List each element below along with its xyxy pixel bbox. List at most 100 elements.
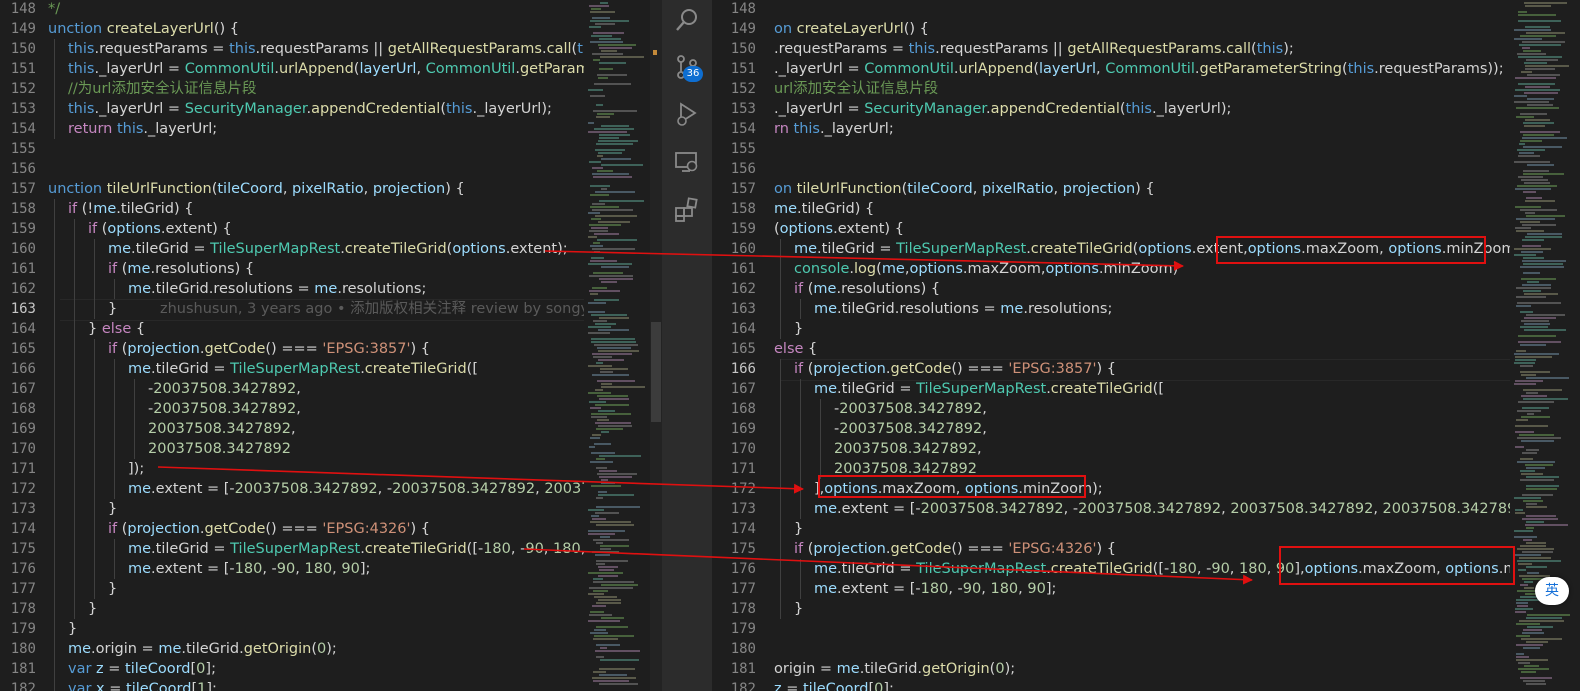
right-code-line[interactable]: 20037508.3427892, <box>834 439 982 459</box>
left-code-line[interactable]: if (projection.getCode() === 'EPSG:4326'… <box>108 519 430 539</box>
right-code-line[interactable]: me.extent = [-20037508.3427892, -2003750… <box>814 499 1510 519</box>
minimap-row <box>1522 494 1553 496</box>
right-code-line[interactable]: ._layerUrl = CommonUtil.urlAppend(layerU… <box>774 59 1504 79</box>
left-code-line[interactable]: } <box>88 599 97 619</box>
minimap-row <box>1518 662 1530 664</box>
minimap-row <box>590 194 609 196</box>
minimap-row <box>601 617 624 619</box>
left-code-line[interactable]: if (projection.getCode() === 'EPSG:3857'… <box>108 339 430 359</box>
left-code-line[interactable]: me.tileGrid = TileSuperMapRest.createTil… <box>128 539 584 559</box>
right-code-line[interactable]: on createLayerUrl() { <box>774 19 929 39</box>
extensions-icon[interactable] <box>673 196 701 224</box>
remote-explorer-icon[interactable] <box>673 148 701 176</box>
right-code-line[interactable]: } <box>794 519 803 539</box>
left-scrollbar-thumb[interactable] <box>651 322 661 422</box>
left-code-line[interactable]: } <box>108 299 117 319</box>
right-code-line[interactable]: if (projection.getCode() === 'EPSG:3857'… <box>794 359 1116 379</box>
left-minimap[interactable] <box>584 0 650 691</box>
search-icon[interactable] <box>673 6 701 34</box>
minimap-row <box>594 596 617 598</box>
left-code-line[interactable]: me.extent = [-180, -90, 180, 90]; <box>128 559 370 579</box>
left-code-line[interactable]: me.extent = [-20037508.3427892, -2003750… <box>128 479 584 499</box>
minimap-row <box>588 311 605 313</box>
left-code-line[interactable]: this._layerUrl = SecurityManager.appendC… <box>68 99 552 119</box>
minimap-row <box>1518 341 1561 343</box>
left-indent-guide <box>74 239 75 259</box>
left-code-line[interactable]: if (options.extent) { <box>88 219 232 239</box>
minimap-row <box>1523 134 1554 136</box>
minimap-row <box>599 683 638 685</box>
left-code-line[interactable]: unction tileUrlFunction(tileCoord, pixel… <box>48 179 465 199</box>
left-code-line[interactable]: -20037508.3427892, <box>148 399 301 419</box>
left-code-line[interactable]: } else { <box>88 319 145 339</box>
right-code-line[interactable]: me.tileGrid.resolutions = me.resolutions… <box>814 299 1112 319</box>
right-code-line[interactable]: url添加安全认证信息片段 <box>774 79 938 99</box>
left-code-line[interactable]: me.tileGrid = TileSuperMapRest.createTil… <box>108 239 568 259</box>
right-code-line[interactable]: me.tileGrid) { <box>774 199 874 219</box>
right-code-area[interactable]: on createLayerUrl() {.requestParams = th… <box>712 0 1510 691</box>
minimap-row <box>595 23 615 25</box>
right-indent-guide <box>780 599 781 619</box>
minimap-row <box>588 572 623 574</box>
left-code-line[interactable]: if (!me.tileGrid) { <box>68 199 193 219</box>
right-code-line[interactable]: } <box>794 599 803 619</box>
run-debug-icon[interactable] <box>673 100 701 128</box>
left-code-line[interactable]: 20037508.3427892 <box>148 439 291 459</box>
minimap-row <box>1525 26 1550 28</box>
left-code-area[interactable]: */unction createLayerUrl() {this.request… <box>0 0 584 691</box>
minimap-row <box>594 251 600 253</box>
right-editor-pane[interactable]: 148 149 150 151 152 153 154 155 156 157 158 159 160 1… <box>712 0 1510 691</box>
right-code-line[interactable]: z = tileCoord[0]; <box>774 679 894 691</box>
left-code-line[interactable]: if (me.resolutions) { <box>108 259 254 279</box>
right-code-line[interactable]: me.tileGrid = TileSuperMapRest.createTil… <box>814 379 1164 399</box>
right-code-line[interactable]: .requestParams = this.requestParams || g… <box>774 39 1294 59</box>
right-code-line[interactable]: } <box>794 319 803 339</box>
minimap-row <box>592 353 632 355</box>
right-code-line[interactable]: else { <box>774 339 817 359</box>
left-code-line[interactable]: me.tileGrid.resolutions = me.resolutions… <box>128 279 426 299</box>
minimap-row <box>601 164 643 166</box>
ime-language-indicator[interactable]: 英 <box>1535 577 1569 605</box>
left-code-line[interactable]: } <box>68 619 77 639</box>
minimap-row <box>1524 581 1533 583</box>
minimap-row <box>595 389 603 391</box>
minimap-row <box>601 281 617 283</box>
left-code-line[interactable]: var x = tileCoord[1]; <box>68 679 217 691</box>
left-code-line[interactable]: this.requestParams = this.requestParams … <box>68 39 584 59</box>
right-code-line[interactable]: -20037508.3427892, <box>834 419 987 439</box>
left-code-line[interactable]: //为url添加安全认证信息片段 <box>68 79 256 99</box>
left-code-line[interactable]: this._layerUrl = CommonUtil.urlAppend(la… <box>68 59 584 79</box>
right-code-line[interactable]: if (projection.getCode() === 'EPSG:4326'… <box>794 539 1116 559</box>
left-editor-pane[interactable]: 148 149 150 151 152 153 154 155 156 157 158 159 160 1… <box>0 0 584 691</box>
left-code-line[interactable]: */ <box>48 0 60 19</box>
minimap-row <box>593 110 637 112</box>
minimap-row <box>1518 335 1556 337</box>
left-code-line[interactable]: me.origin = me.tileGrid.getOrigin(0); <box>68 639 337 659</box>
minimap-row <box>1525 5 1551 7</box>
left-code-line[interactable]: unction createLayerUrl() { <box>48 19 239 39</box>
right-code-line[interactable]: console.log(me,options.maxZoom,options.m… <box>794 259 1178 279</box>
right-code-line[interactable]: (options.extent) { <box>774 219 904 239</box>
minimap-row <box>588 89 603 91</box>
minimap-row <box>598 425 632 427</box>
right-code-line[interactable]: origin = me.tileGrid.getOrigin(0); <box>774 659 1015 679</box>
right-code-line[interactable]: if (me.resolutions) { <box>794 279 940 299</box>
right-code-line[interactable]: me.extent = [-180, -90, 180, 90]; <box>814 579 1056 599</box>
left-code-line[interactable]: return this._layerUrl; <box>68 119 217 139</box>
right-code-line[interactable]: ._layerUrl = SecurityManager.appendCrede… <box>774 99 1231 119</box>
left-code-line[interactable]: 20037508.3427892, <box>148 419 296 439</box>
minimap-row <box>1516 116 1534 118</box>
right-code-line[interactable]: on tileUrlFunction(tileCoord, pixelRatio… <box>774 179 1155 199</box>
minimap-row <box>1516 623 1540 625</box>
right-code-line[interactable]: -20037508.3427892, <box>834 399 987 419</box>
left-code-line[interactable]: me.tileGrid = TileSuperMapRest.createTil… <box>128 359 478 379</box>
left-code-line[interactable]: ]); <box>128 459 144 479</box>
minimap-row <box>596 467 607 469</box>
right-code-line[interactable]: rn this._layerUrl; <box>774 119 894 139</box>
left-code-line[interactable]: var z = tileCoord[0]; <box>68 659 216 679</box>
left-code-line[interactable]: } <box>108 579 117 599</box>
minimap-row <box>1526 641 1548 643</box>
left-code-line[interactable]: -20037508.3427892, <box>148 379 301 399</box>
left-code-line[interactable]: } <box>108 499 117 519</box>
left-indent-guide <box>94 339 95 359</box>
